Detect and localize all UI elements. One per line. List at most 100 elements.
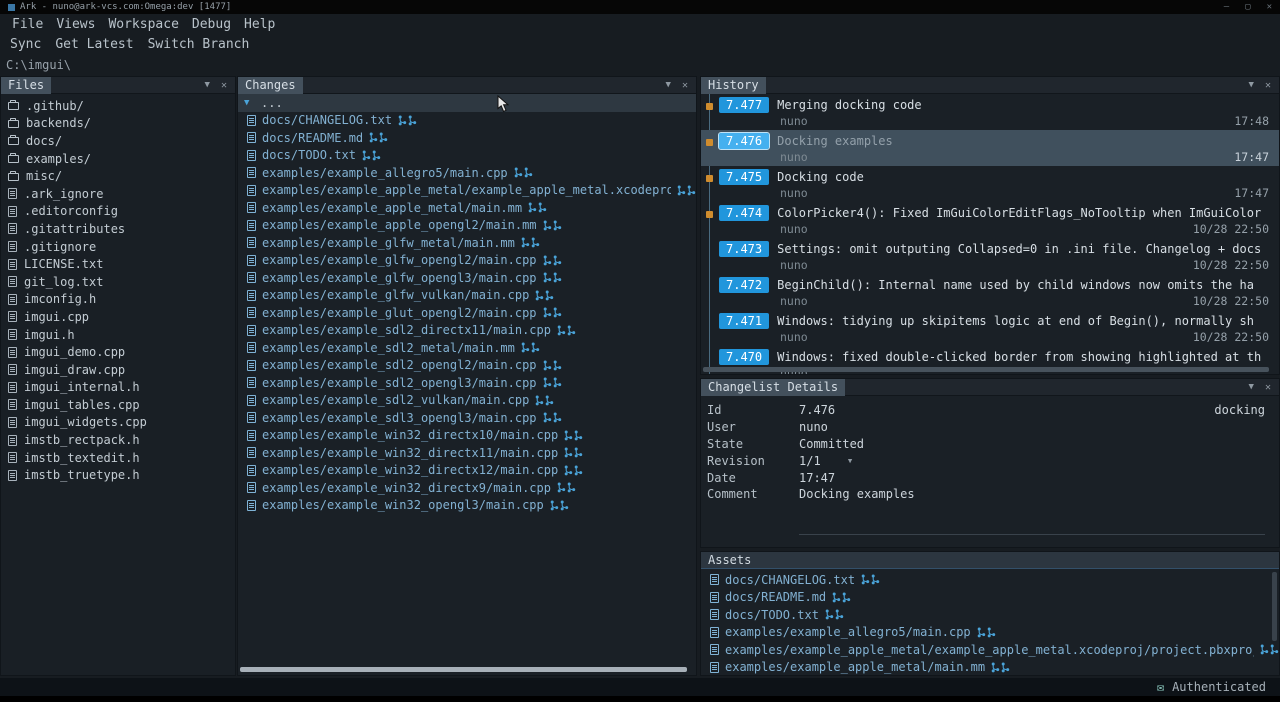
toolbar-sync[interactable]: Sync <box>10 37 41 52</box>
history-scrollbar-horizontal[interactable] <box>703 367 1275 372</box>
file-tree-item[interactable]: .editorconfig <box>1 203 235 221</box>
asset-row[interactable]: docs/CHANGELOG.txt <box>701 571 1279 589</box>
close-panel-icon[interactable] <box>221 80 227 91</box>
changed-file-row[interactable]: examples/example_sdl2_metal/main.mm <box>238 339 696 357</box>
changed-file-name: examples/example_win32_directx9/main.cpp <box>262 481 551 495</box>
file-tree-item[interactable]: docs/ <box>1 132 235 150</box>
file-tree-item[interactable]: misc/ <box>1 167 235 185</box>
detail-label: Date <box>707 471 799 485</box>
file-tree-item[interactable]: LICENSE.txt <box>1 255 235 273</box>
menu-views[interactable]: Views <box>56 17 95 32</box>
filter-icon[interactable] <box>1249 382 1254 392</box>
maximize-button[interactable] <box>1245 2 1250 12</box>
menu-workspace[interactable]: Workspace <box>108 17 178 32</box>
asset-row[interactable]: docs/README.md <box>701 589 1279 607</box>
changed-file-row[interactable]: examples/example_glfw_vulkan/main.cpp <box>238 287 696 305</box>
minimize-button[interactable] <box>1224 2 1229 12</box>
revision-badge[interactable]: 7.475 <box>719 169 769 185</box>
history-row[interactable]: 7.471Windows: tidying up skipitems logic… <box>701 310 1279 346</box>
file-tree-item[interactable]: imgui.h <box>1 326 235 344</box>
filter-icon[interactable] <box>666 80 671 90</box>
revision-badge[interactable]: 7.473 <box>719 241 769 257</box>
changed-file-row[interactable]: examples/example_sdl2_vulkan/main.cpp <box>238 392 696 410</box>
history-row[interactable]: 7.474ColorPicker4(): Fixed ImGuiColorEdi… <box>701 202 1279 238</box>
asset-row[interactable]: examples/example_apple_metal/example_app… <box>701 641 1279 659</box>
revision-badge[interactable]: 7.477 <box>719 97 769 113</box>
file-tree-item[interactable]: git_log.txt <box>1 273 235 291</box>
revision-badge[interactable]: 7.476 <box>719 133 769 149</box>
changed-file-row[interactable]: examples/example_apple_opengl2/main.mm <box>238 217 696 235</box>
filter-icon[interactable] <box>1249 80 1254 90</box>
close-panel-icon[interactable] <box>1265 80 1271 91</box>
history-row[interactable]: 7.476Docking examplesnuno17:47 <box>701 130 1279 166</box>
changed-file-row[interactable]: examples/example_win32_opengl3/main.cpp <box>238 497 696 515</box>
changed-file-row[interactable]: examples/example_glut_opengl2/main.cpp <box>238 304 696 322</box>
asset-row[interactable]: docs/TODO.txt <box>701 606 1279 624</box>
file-tree-item[interactable]: imgui_tables.cpp <box>1 396 235 414</box>
changed-file-row[interactable]: examples/example_sdl2_opengl2/main.cpp <box>238 357 696 375</box>
file-tree-item[interactable]: backends/ <box>1 115 235 133</box>
detail-field-user: Usernuno <box>703 419 1279 436</box>
file-tree-item[interactable]: imgui_internal.h <box>1 379 235 397</box>
file-icon <box>247 202 256 213</box>
history-row[interactable]: 7.475Docking codenuno17:47 <box>701 166 1279 202</box>
changed-file-row[interactable]: examples/example_glfw_opengl2/main.cpp <box>238 252 696 270</box>
history-row[interactable]: 7.477Merging docking codenuno17:48 <box>701 94 1279 130</box>
toolbar-switch-branch[interactable]: Switch Branch <box>148 37 250 52</box>
file-tree-item[interactable]: imconfig.h <box>1 291 235 309</box>
asset-row[interactable]: examples/example_apple_metal/main.mm <box>701 659 1279 677</box>
changed-file-row[interactable]: docs/README.md <box>238 129 696 147</box>
file-tree-item[interactable]: imgui_demo.cpp <box>1 343 235 361</box>
file-tree-item[interactable]: .ark_ignore <box>1 185 235 203</box>
changes-scrollbar-horizontal[interactable] <box>240 667 692 672</box>
close-panel-icon[interactable] <box>682 80 688 91</box>
merge-icon <box>398 115 417 126</box>
assets-scrollbar-vertical[interactable] <box>1272 572 1277 671</box>
asset-row[interactable]: examples/example_allegro5/main.cpp <box>701 624 1279 642</box>
changed-file-row[interactable]: examples/example_win32_directx11/main.cp… <box>238 444 696 462</box>
revision-badge[interactable]: 7.472 <box>719 277 769 293</box>
changed-file-row[interactable]: examples/example_apple_metal/example_app… <box>238 182 696 200</box>
revision-badge[interactable]: 7.471 <box>719 313 769 329</box>
file-tree-item[interactable]: imgui_draw.cpp <box>1 361 235 379</box>
close-panel-icon[interactable] <box>1265 382 1271 393</box>
filter-icon[interactable] <box>205 80 210 90</box>
file-icon <box>8 382 17 393</box>
changed-file-row[interactable]: examples/example_win32_directx9/main.cpp <box>238 479 696 497</box>
changed-file-row[interactable]: examples/example_allegro5/main.cpp <box>238 164 696 182</box>
revision-badge[interactable]: 7.470 <box>719 349 769 365</box>
history-row[interactable]: 7.472BeginChild(): Internal name used by… <box>701 274 1279 310</box>
changed-file-row[interactable]: examples/example_win32_directx12/main.cp… <box>238 462 696 480</box>
changed-file-row[interactable]: examples/example_glfw_metal/main.mm <box>238 234 696 252</box>
changed-file-name: examples/example_apple_metal/example_app… <box>262 183 671 197</box>
file-tree-item[interactable]: imstb_truetype.h <box>1 466 235 484</box>
history-row[interactable]: 7.473Settings: omit outputing Collapsed=… <box>701 238 1279 274</box>
file-tree-item[interactable]: imgui_widgets.cpp <box>1 414 235 432</box>
changed-file-row[interactable]: docs/CHANGELOG.txt <box>238 112 696 130</box>
file-tree-item[interactable]: imgui.cpp <box>1 308 235 326</box>
file-tree-item[interactable]: imstb_textedit.h <box>1 449 235 467</box>
file-icon <box>710 662 719 673</box>
changes-root-row[interactable]: ... <box>238 94 696 112</box>
file-tree-item[interactable]: examples/ <box>1 150 235 168</box>
changed-file-row[interactable]: examples/example_glfw_opengl3/main.cpp <box>238 269 696 287</box>
menu-debug[interactable]: Debug <box>192 17 231 32</box>
changed-file-row[interactable]: examples/example_apple_metal/main.mm <box>238 199 696 217</box>
caret-down-icon <box>244 98 254 108</box>
file-tree-item[interactable]: .gitattributes <box>1 220 235 238</box>
menu-file[interactable]: File <box>12 17 43 32</box>
file-tree-item[interactable]: imstb_rectpack.h <box>1 431 235 449</box>
file-tree-item[interactable]: .gitignore <box>1 238 235 256</box>
revision-badge[interactable]: 7.474 <box>719 205 769 221</box>
file-tree-item[interactable]: .github/ <box>1 97 235 115</box>
changed-file-row[interactable]: examples/example_sdl3_opengl3/main.cpp <box>238 409 696 427</box>
changed-file-row[interactable]: examples/example_sdl2_opengl3/main.cpp <box>238 374 696 392</box>
changed-file-row[interactable]: examples/example_sdl2_directx11/main.cpp <box>238 322 696 340</box>
dropdown-arrow-icon[interactable] <box>847 454 854 467</box>
toolbar-get-latest[interactable]: Get Latest <box>55 37 133 52</box>
authenticated-icon <box>1157 681 1164 693</box>
changed-file-row[interactable]: examples/example_win32_directx10/main.cp… <box>238 427 696 445</box>
close-button[interactable] <box>1267 2 1272 12</box>
menu-help[interactable]: Help <box>244 17 275 32</box>
changed-file-row[interactable]: docs/TODO.txt <box>238 147 696 165</box>
